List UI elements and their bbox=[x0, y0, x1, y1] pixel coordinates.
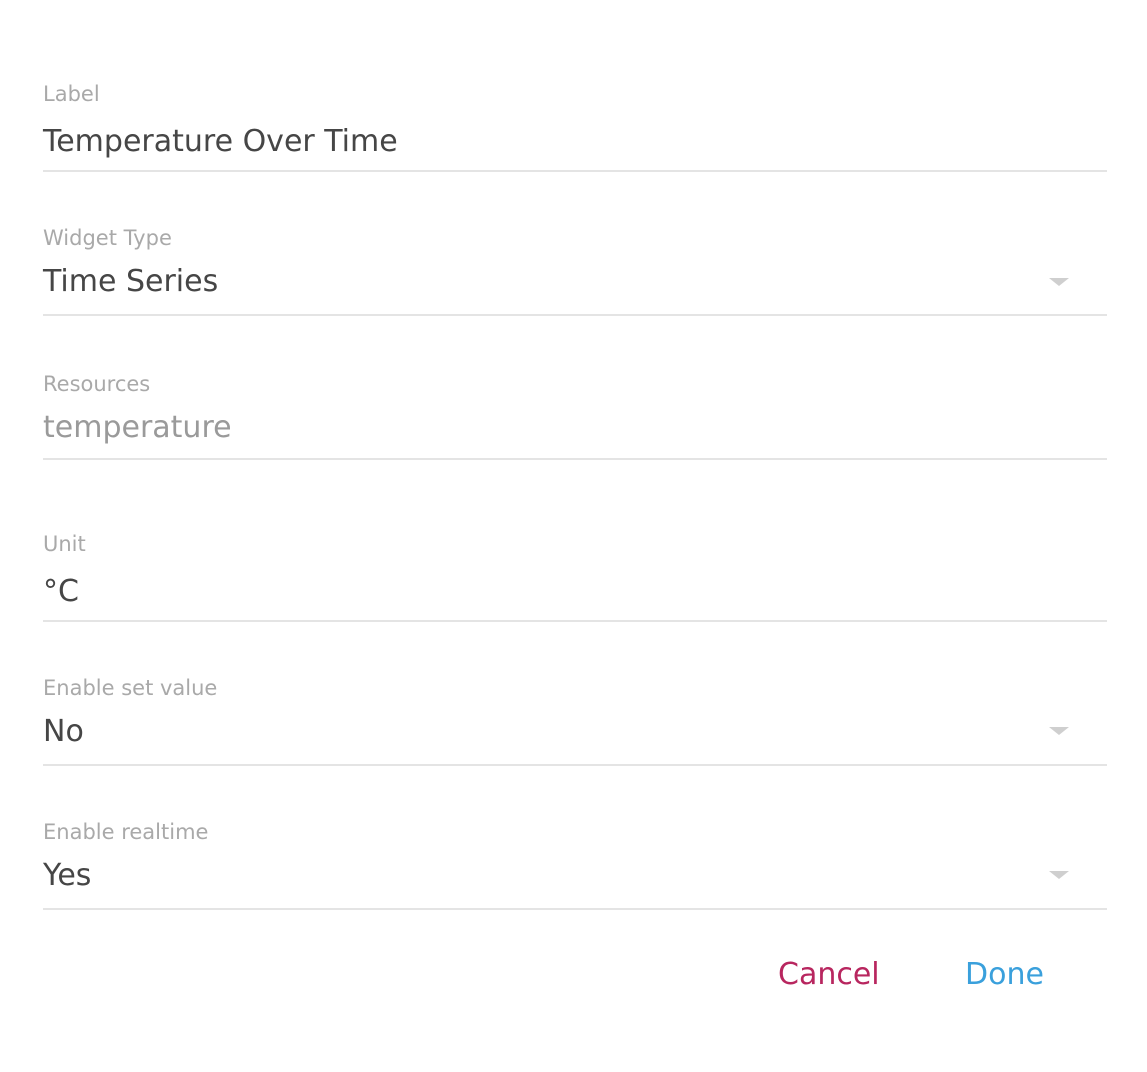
chevron-down-icon[interactable] bbox=[1049, 278, 1069, 286]
resources-value: temperature bbox=[43, 410, 232, 445]
chevron-down-icon[interactable] bbox=[1049, 727, 1069, 735]
enable-set-value-select[interactable]: Enable set value No bbox=[43, 674, 1107, 766]
enable-realtime-select[interactable]: Enable realtime Yes bbox=[43, 818, 1107, 910]
widget-type-select[interactable]: Widget Type Time Series bbox=[43, 224, 1107, 316]
unit-value[interactable]: °C bbox=[43, 574, 79, 610]
unit-label: Unit bbox=[43, 532, 86, 556]
enable-realtime-value[interactable]: Yes bbox=[43, 858, 91, 894]
label-field-value[interactable]: Temperature Over Time bbox=[43, 124, 398, 160]
enable-set-value-value[interactable]: No bbox=[43, 714, 84, 750]
label-field-label: Label bbox=[43, 82, 100, 106]
widget-type-label: Widget Type bbox=[43, 226, 172, 250]
label-field[interactable]: Label Temperature Over Time bbox=[43, 80, 1107, 172]
resources-label: Resources bbox=[43, 372, 151, 396]
enable-set-value-label: Enable set value bbox=[43, 676, 218, 700]
enable-realtime-label: Enable realtime bbox=[43, 820, 209, 844]
unit-field[interactable]: Unit °C bbox=[43, 530, 1107, 622]
chevron-down-icon[interactable] bbox=[1049, 871, 1069, 879]
cancel-button[interactable]: Cancel bbox=[778, 955, 880, 995]
widget-settings-form: Label Temperature Over Time Widget Type … bbox=[43, 0, 1107, 1072]
widget-type-value[interactable]: Time Series bbox=[43, 264, 218, 300]
resources-field: Resources temperature bbox=[43, 370, 1107, 460]
done-button[interactable]: Done bbox=[965, 955, 1044, 995]
